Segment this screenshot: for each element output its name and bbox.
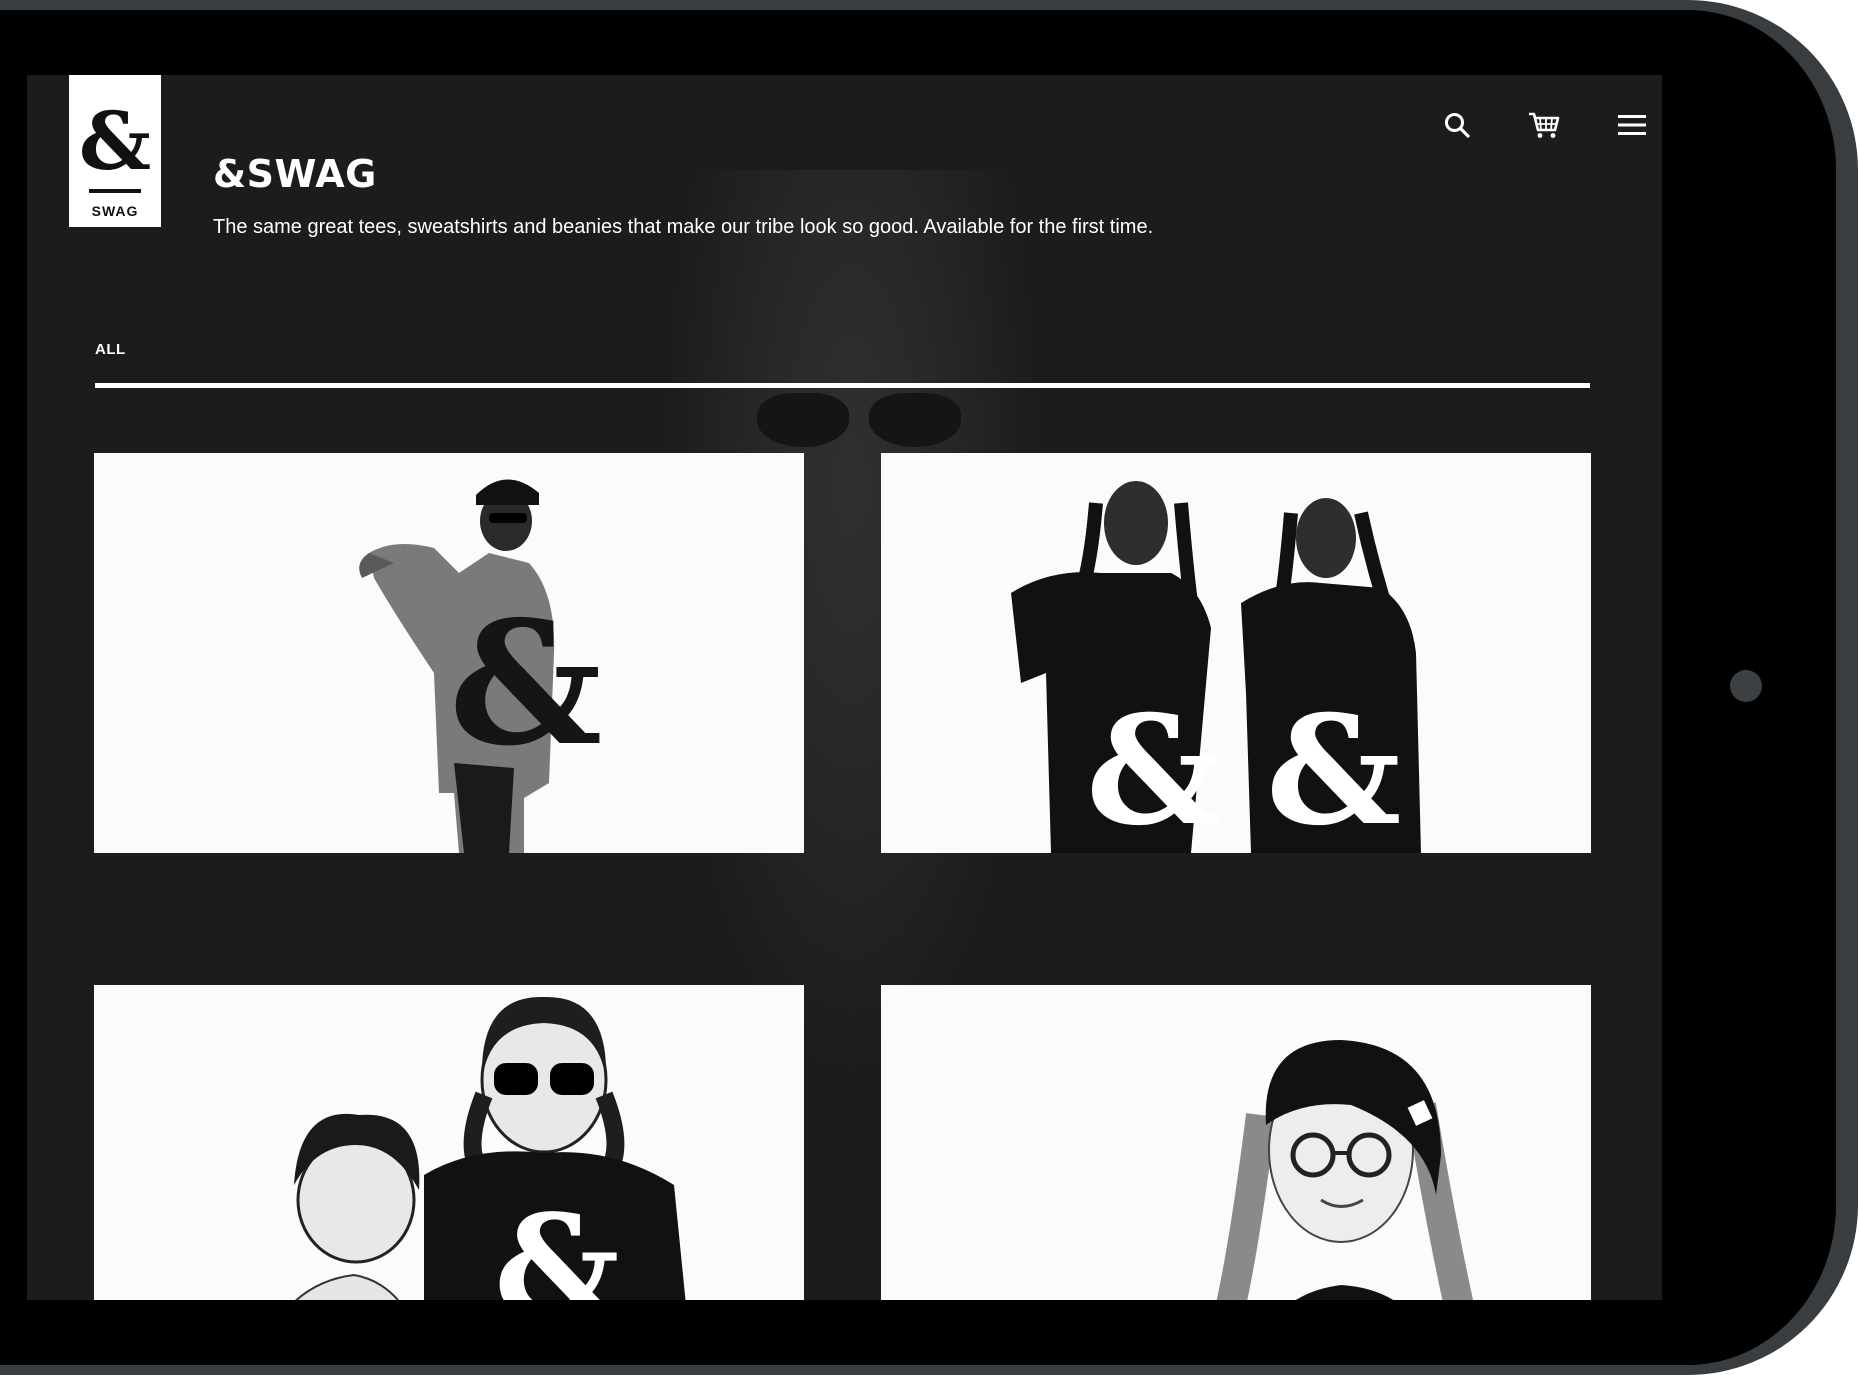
background-sunglasses: [757, 393, 967, 451]
svg-text:&: &: [1266, 683, 1401, 853]
product-kids-tee-image: &: [294, 996, 686, 1300]
logo-ampersand: &: [78, 94, 152, 188]
page-title: &SWAG: [213, 152, 377, 196]
product-kids-tee[interactable]: &: [94, 985, 804, 1300]
product-beanie-image: [1216, 1040, 1474, 1300]
logo-divider: [89, 189, 141, 193]
product-tees-image: & &: [1011, 481, 1421, 853]
screen: & SWAG &SWAG The same great tees, sweats…: [27, 75, 1662, 1300]
svg-text:&: &: [1086, 683, 1221, 853]
page-tagline: The same great tees, sweatshirts and bea…: [213, 216, 1154, 238]
home-button[interactable]: [1730, 670, 1762, 702]
product-tees[interactable]: & &: [881, 453, 1591, 853]
product-sweatshirt-image: &: [359, 479, 602, 853]
search-icon: [1445, 113, 1470, 138]
menu-button[interactable]: [1612, 105, 1652, 145]
brand-logo[interactable]: & SWAG: [69, 75, 161, 227]
product-sweatshirt[interactable]: &: [94, 453, 804, 853]
filter-underline: [95, 383, 1590, 388]
filter-tab-all[interactable]: ALL: [95, 341, 126, 358]
menu-icon: [1618, 115, 1646, 135]
logo-text: SWAG: [91, 203, 139, 219]
product-beanie[interactable]: [881, 985, 1591, 1300]
cart-icon: [1529, 112, 1560, 138]
search-button[interactable]: [1437, 105, 1477, 145]
svg-text:&: &: [494, 1185, 620, 1300]
cart-button[interactable]: [1524, 105, 1564, 145]
svg-text:&: &: [449, 584, 602, 784]
